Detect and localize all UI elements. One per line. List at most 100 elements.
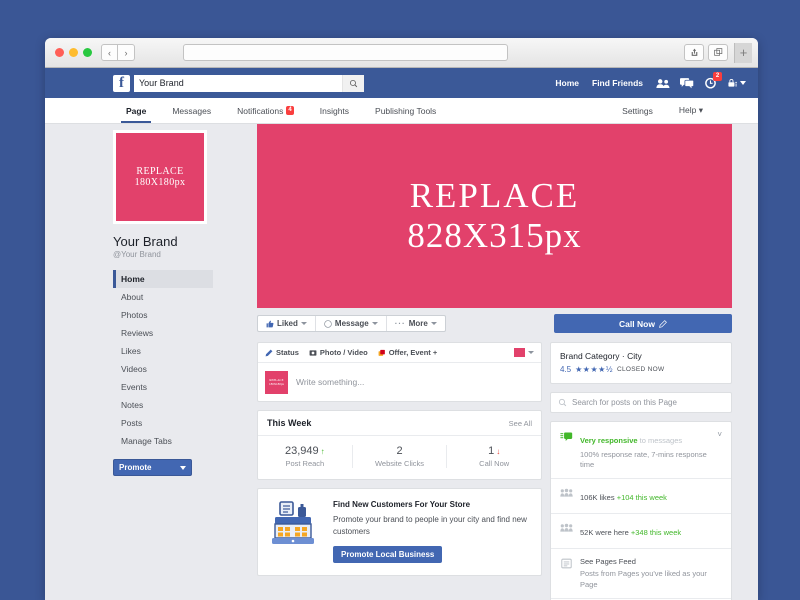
see-all-link[interactable]: See All <box>509 419 532 428</box>
messages-icon[interactable] <box>680 77 694 89</box>
minimize-window-button[interactable] <box>69 48 78 57</box>
new-tab-button[interactable]: + <box>734 42 752 63</box>
tab-notifications[interactable]: Notifications 4 <box>224 98 307 123</box>
pencil-icon <box>265 349 273 356</box>
visits-count: 52K were here <box>580 528 631 538</box>
facebook-logo[interactable]: f <box>113 74 130 92</box>
list-item-likes[interactable]: 106K likes +104 this week <box>551 479 731 515</box>
search-input[interactable]: Your Brand <box>134 78 342 88</box>
maximize-window-button[interactable] <box>83 48 92 57</box>
category-name[interactable]: Brand Category · City <box>560 351 722 361</box>
chevron-down-icon <box>371 322 378 325</box>
pencil-icon <box>659 319 667 328</box>
tab-page[interactable]: Page <box>113 98 159 123</box>
chevron-down-icon[interactable]: ˅ <box>717 430 722 439</box>
liked-button[interactable]: Liked <box>258 316 316 331</box>
tab-publishing-tools[interactable]: Publishing Tools <box>362 98 449 123</box>
list-item-visits[interactable]: 52K were here +348 this week <box>551 514 731 550</box>
promote-local-business-button[interactable]: Promote Local Business <box>333 546 443 564</box>
friend-requests-icon[interactable] <box>656 78 670 89</box>
pages-feed-body: See Pages Feed Posts from Pages you've l… <box>580 557 722 589</box>
help-link[interactable]: Help ▾ <box>666 105 716 116</box>
address-bar[interactable] <box>183 44 508 61</box>
sidebar-item-events[interactable]: Events <box>113 378 213 396</box>
privacy-shortcuts-icon[interactable] <box>727 78 746 88</box>
forward-button[interactable]: › <box>118 44 135 61</box>
message-button[interactable]: Message <box>316 316 387 331</box>
composer-tab-offer-event-label: Offer, Event + <box>388 348 438 357</box>
promo-title: Find New Customers For Your Store <box>333 500 471 509</box>
facebook-search[interactable]: Your Brand <box>134 74 364 92</box>
stat-call-now[interactable]: 1 ↓ Call Now <box>447 445 541 468</box>
search-icon[interactable] <box>342 74 364 92</box>
notifications-icon[interactable]: 2 <box>704 71 722 90</box>
audience-selector[interactable] <box>514 348 534 357</box>
cover-photo-placeholder[interactable]: REPLACE 828X315px <box>257 124 732 308</box>
settings-link[interactable]: Settings <box>609 106 666 116</box>
tab-publishing-tools-label: Publishing Tools <box>375 105 437 116</box>
facebook-nav: Home Find Friends 2 <box>555 71 746 90</box>
composer-input[interactable]: Write something... <box>296 377 364 387</box>
stat-website-clicks-value: 2 <box>396 445 403 457</box>
chevron-down-icon <box>430 322 437 325</box>
sidebar-item-home[interactable]: Home <box>113 270 213 288</box>
more-button[interactable]: ··· More <box>387 316 445 331</box>
more-button-label: More <box>408 319 428 328</box>
arrow-up-icon: ↑ <box>320 447 325 456</box>
list-item-pages-feed[interactable]: See Pages Feed Posts from Pages you've l… <box>551 549 731 599</box>
this-week-header: This Week See All <box>258 411 541 436</box>
sidebar-item-manage-tabs[interactable]: Manage Tabs <box>113 432 213 450</box>
promo-card-body: Find New Customers For Your Store Promot… <box>258 489 541 575</box>
browser-toolbar-right: + <box>684 42 752 63</box>
audience-swatch-icon <box>514 348 525 357</box>
nav-link-home[interactable]: Home <box>555 78 579 88</box>
sidebar-item-likes[interactable]: Likes <box>113 342 213 360</box>
status-badge: CLOSED NOW <box>616 366 665 373</box>
back-button[interactable]: ‹ <box>101 44 118 61</box>
tab-insights[interactable]: Insights <box>307 98 362 123</box>
message-bubble-icon <box>324 319 332 328</box>
sidebar-item-reviews[interactable]: Reviews <box>113 324 213 342</box>
search-posts-input[interactable]: Search for posts on this Page <box>572 398 677 407</box>
page-info-list: Very responsive to messages 100% respons… <box>550 421 732 600</box>
sidebar-item-about[interactable]: About <box>113 288 213 306</box>
responsiveness-title-strong: Very responsive <box>580 436 638 445</box>
chevron-down-icon <box>180 465 186 470</box>
page-handle: @Your Brand <box>113 250 161 259</box>
tabs-icon[interactable] <box>708 44 728 61</box>
composer-tab-photo-video[interactable]: Photo / Video <box>309 348 368 357</box>
cover-line2: 828X315px <box>407 216 582 255</box>
post-composer: Status Photo / Video Offer, Event + REPL… <box>257 342 542 402</box>
liked-button-label: Liked <box>277 319 298 328</box>
call-now-button[interactable]: Call Now <box>554 314 732 333</box>
list-item-responsiveness[interactable]: Very responsive to messages 100% respons… <box>551 422 731 480</box>
nav-link-find-friends[interactable]: Find Friends <box>592 78 643 88</box>
navigation-buttons[interactable]: ‹ › <box>101 44 135 61</box>
close-window-button[interactable] <box>55 48 64 57</box>
promote-button[interactable]: Promote <box>113 459 192 476</box>
chevron-down-icon[interactable] <box>740 81 746 85</box>
stat-call-now-label: Call Now <box>479 459 510 468</box>
facebook-nav-icons: 2 <box>656 71 746 90</box>
rating-value: 4.5 <box>560 365 572 374</box>
composer-tab-status[interactable]: Status <box>265 348 299 357</box>
sidebar-item-photos[interactable]: Photos <box>113 306 213 324</box>
responsive-icon <box>560 430 573 442</box>
sidebar-item-posts[interactable]: Posts <box>113 414 213 432</box>
profile-photo-placeholder[interactable]: REPLACE 180X180px <box>113 130 207 224</box>
promote-button-label: Promote <box>119 463 152 472</box>
main-column: Status Photo / Video Offer, Event + REPL… <box>257 342 542 584</box>
facebook-top-bar: f Your Brand Home Find Friends 2 <box>45 68 758 98</box>
share-icon[interactable] <box>684 44 704 61</box>
composer-tab-offer-event[interactable]: Offer, Event + <box>378 348 438 357</box>
sidebar-item-videos[interactable]: Videos <box>113 360 213 378</box>
tab-messages[interactable]: Messages <box>159 98 224 123</box>
browser-window: ‹ › + f Your Brand Home Find Friends 2 P… <box>45 38 758 600</box>
stat-post-reach[interactable]: 23,949 ↑ Post Reach <box>258 445 353 468</box>
stat-website-clicks[interactable]: 2 Website Clicks <box>353 445 448 468</box>
page-action-buttons: Liked Message ··· More <box>257 315 446 332</box>
sidebar-item-notes[interactable]: Notes <box>113 396 213 414</box>
search-posts-field[interactable]: Search for posts on this Page <box>550 392 732 413</box>
composer-tab-photo-video-label: Photo / Video <box>319 348 368 357</box>
window-controls[interactable] <box>55 48 92 57</box>
